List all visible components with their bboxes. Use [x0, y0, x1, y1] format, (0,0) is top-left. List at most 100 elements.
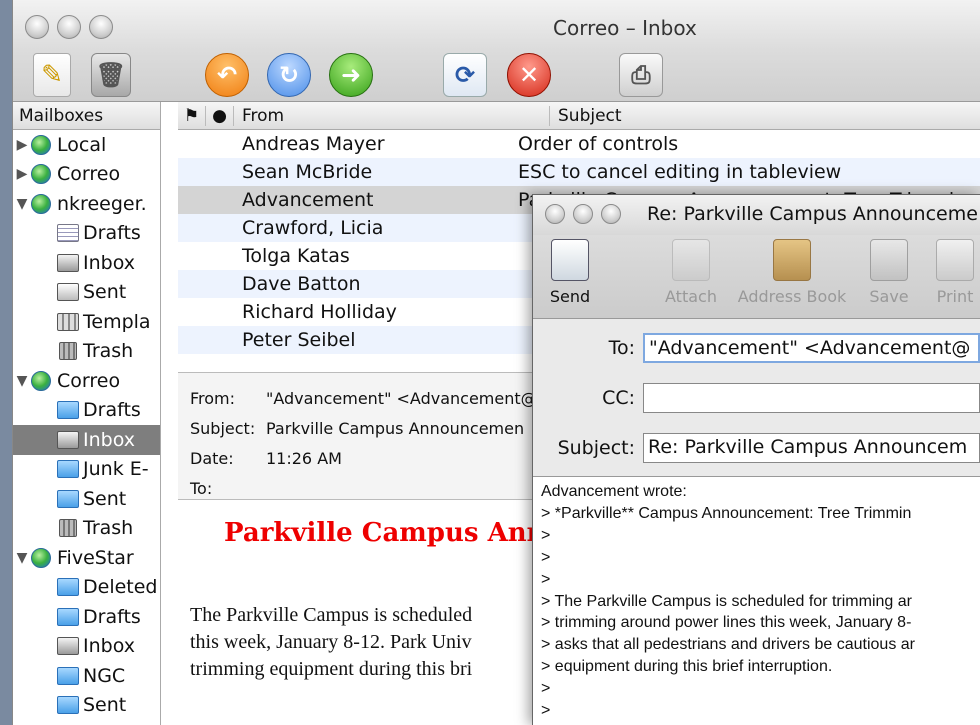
printer-icon: ⎙: [631, 61, 651, 89]
subject-label: Subject:: [557, 437, 635, 459]
trash-button[interactable]: 🗑: [91, 53, 131, 97]
sidebar-item-correo[interactable]: ▼ Correo: [13, 366, 160, 396]
toolbar: ✎ 🗑 ↶ ↻ ➜ ⟳ ✕ ⎙: [13, 50, 980, 102]
address-book-button[interactable]: Address Book: [731, 239, 853, 306]
reply-fields: To: "Advancement" <Advancement@ CC: Subj…: [533, 319, 980, 477]
reply-zoom-button[interactable]: [601, 204, 621, 224]
attach-button[interactable]: Attach: [659, 239, 723, 306]
subject-field[interactable]: Re: Parkville Campus Announcem: [643, 433, 980, 463]
minimize-window-button[interactable]: [57, 15, 81, 39]
flag-column-header[interactable]: ⚑: [178, 105, 206, 126]
mailbox-list: ▶ Local ▶ Correo ▼ nkreeger. Drafts Inbox Sent Te…: [13, 130, 160, 720]
attach-label: Attach: [665, 287, 717, 306]
folder-icon: [57, 460, 79, 479]
sidebar-item-drafts[interactable]: Drafts: [13, 396, 160, 426]
sidebar-item-correo[interactable]: ▶ Correo: [13, 160, 160, 190]
globe-icon: [31, 193, 51, 214]
send-button[interactable]: Send: [545, 239, 595, 306]
reply-close-button[interactable]: [545, 204, 565, 224]
sidebar-item-label: Inbox: [83, 251, 135, 274]
message-from: Advancement: [242, 189, 374, 211]
message-from: Andreas Mayer: [242, 133, 385, 155]
message-row[interactable]: Andreas Mayer Order of controls: [178, 130, 980, 158]
from-column-header[interactable]: From: [234, 105, 550, 126]
preview-to-label: To:: [190, 478, 213, 498]
address-book-icon: [773, 239, 811, 281]
preview-from-label: From:: [190, 388, 236, 408]
sidebar-item-sent[interactable]: Sent: [13, 484, 160, 514]
send-icon: [551, 239, 589, 281]
inbox-icon: [57, 253, 79, 272]
sidebar-item-drafts[interactable]: Drafts: [13, 602, 160, 632]
sidebar-item-label: Trash: [83, 340, 134, 363]
globe-icon: [31, 370, 51, 391]
delete-button[interactable]: ✕: [507, 53, 551, 97]
sidebar-item-inbox[interactable]: Inbox: [13, 425, 160, 455]
message-from: Tolga Katas: [242, 245, 350, 267]
zoom-window-button[interactable]: [89, 15, 113, 39]
sidebar-item-label: Drafts: [83, 222, 141, 245]
window-title: Correo – Inbox: [553, 16, 697, 40]
save-button[interactable]: Save: [865, 239, 913, 306]
reply-button[interactable]: ↶: [205, 53, 249, 97]
subject-column-header[interactable]: Subject: [550, 106, 622, 126]
reply-window: Re: Parkville Campus Announceme Send Att…: [532, 194, 980, 725]
cc-label: CC:: [602, 387, 635, 409]
sidebar-item-label: Junk E-: [83, 458, 149, 481]
cc-field[interactable]: [643, 383, 980, 413]
reply-body-editor[interactable]: Advancement wrote: > *Parkville** Campus…: [533, 477, 980, 725]
templates-icon: [57, 312, 79, 331]
sidebar-item-local[interactable]: ▶ Local: [13, 130, 160, 160]
cc-row: CC:: [533, 383, 980, 413]
save-label: Save: [869, 287, 909, 306]
folder-icon: [57, 666, 79, 685]
trash-can-icon: 🗑: [95, 61, 127, 89]
print-button[interactable]: ⎙: [619, 53, 663, 97]
sync-button[interactable]: ⟳: [443, 53, 487, 97]
message-row[interactable]: Sean McBride ESC to cancel editing in tab…: [178, 158, 980, 186]
sidebar-item-inbox[interactable]: Inbox: [13, 632, 160, 662]
close-window-button[interactable]: [25, 15, 49, 39]
disclosure-open-icon[interactable]: ▼: [13, 196, 31, 212]
inbox-icon: [57, 430, 79, 449]
to-field[interactable]: "Advancement" <Advancement@: [643, 333, 980, 363]
sidebar-item-drafts[interactable]: Drafts: [13, 219, 160, 249]
reply-all-button[interactable]: ↻: [267, 53, 311, 97]
sidebar-item-label: nkreeger.: [57, 192, 147, 215]
sidebar-item-templa[interactable]: Templa: [13, 307, 160, 337]
disclosure-closed-icon[interactable]: ▶: [13, 166, 31, 182]
message-from: Peter Seibel: [242, 329, 356, 351]
sidebar-item-trash[interactable]: Trash: [13, 337, 160, 367]
sidebar-item-trash[interactable]: Trash: [13, 514, 160, 544]
globe-icon: [31, 164, 51, 185]
print-button-reply[interactable]: Print: [929, 239, 980, 306]
compose-button[interactable]: ✎: [33, 53, 71, 97]
sidebar-item-label: Inbox: [83, 428, 135, 451]
to-row: To: "Advancement" <Advancement@: [533, 333, 980, 363]
reply-minimize-button[interactable]: [573, 204, 593, 224]
sidebar-item-sent[interactable]: Sent: [13, 278, 160, 308]
disclosure-open-icon[interactable]: ▼: [13, 550, 31, 566]
disclosure-closed-icon[interactable]: ▶: [13, 137, 31, 153]
read-column-header[interactable]: ●: [206, 105, 234, 126]
sidebar-header: Mailboxes: [13, 102, 160, 130]
sidebar-item-label: Inbox: [83, 635, 135, 658]
delete-x-icon: ✕: [518, 61, 540, 89]
sidebar-item-nkreeger[interactable]: ▼ nkreeger.: [13, 189, 160, 219]
sidebar-item-deleted[interactable]: Deleted: [13, 573, 160, 603]
sidebar-item-junk-e[interactable]: Junk E-: [13, 455, 160, 485]
trash-icon: [59, 519, 77, 538]
message-list-header: ⚑ ● From Subject: [178, 102, 980, 130]
inbox-icon: [57, 637, 79, 656]
sidebar-item-ngc[interactable]: NGC: [13, 661, 160, 691]
mailbox-sidebar: Mailboxes ▶ Local ▶ Correo ▼ nkreeger. Drafts I…: [13, 102, 161, 725]
title-bar: Correo – Inbox: [13, 0, 980, 50]
sidebar-item-inbox[interactable]: Inbox: [13, 248, 160, 278]
sidebar-item-fivestar[interactable]: ▼ FiveStar: [13, 543, 160, 573]
disclosure-open-icon[interactable]: ▼: [13, 373, 31, 389]
sync-icon: ⟳: [454, 61, 476, 89]
sidebar-item-label: Sent: [83, 487, 127, 510]
forward-button[interactable]: ➜: [329, 53, 373, 97]
sidebar-item-sent[interactable]: Sent: [13, 691, 160, 721]
reply-window-controls: [545, 204, 621, 224]
